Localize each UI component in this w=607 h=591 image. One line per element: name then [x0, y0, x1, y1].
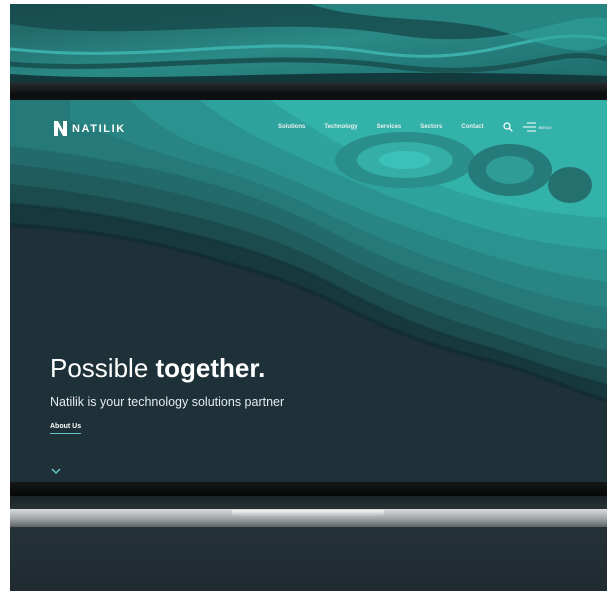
laptop-photo: NATILIK Solutions Technology Services Se…: [10, 4, 607, 591]
nav-link-technology[interactable]: Technology: [324, 124, 357, 130]
laptop-hinge-shadow: [10, 496, 607, 510]
logo-text: NATILIK: [72, 122, 126, 135]
hero-title: Possible together.: [50, 353, 265, 384]
nav-link-sectors[interactable]: Sectors: [420, 124, 442, 130]
nav-link-solutions[interactable]: Solutions: [278, 124, 305, 130]
laptop-hinge-notch: [232, 510, 384, 516]
hero-title-regular: Possible: [50, 353, 156, 383]
wallpaper-terrain: [10, 4, 607, 84]
menu-button[interactable]: MENU: [522, 122, 553, 132]
nav-links: Solutions Technology Services Sectors Co…: [278, 122, 552, 132]
laptop-bottom-bezel: [10, 482, 607, 496]
desk-surface: [10, 527, 607, 591]
chevron-down-icon[interactable]: [51, 468, 61, 475]
nav-link-services[interactable]: Services: [377, 124, 402, 130]
hero-terrain-art: [10, 100, 607, 482]
top-navigation: NATILIK Solutions Technology Services Se…: [10, 100, 607, 150]
website-screen: NATILIK Solutions Technology Services Se…: [10, 100, 607, 482]
search-icon[interactable]: [503, 122, 513, 132]
hero-title-bold: together.: [155, 353, 266, 383]
menu-label: MENU: [538, 124, 553, 130]
logo-mark-icon: [54, 121, 67, 136]
nav-link-contact[interactable]: Contact: [461, 124, 483, 130]
hero-subtitle: Natilik is your technology solutions par…: [50, 395, 285, 409]
hamburger-icon: [522, 122, 536, 132]
laptop-top-bezel: [10, 82, 607, 102]
about-us-link[interactable]: About Us: [50, 423, 82, 434]
natilik-logo[interactable]: NATILIK: [54, 121, 126, 136]
